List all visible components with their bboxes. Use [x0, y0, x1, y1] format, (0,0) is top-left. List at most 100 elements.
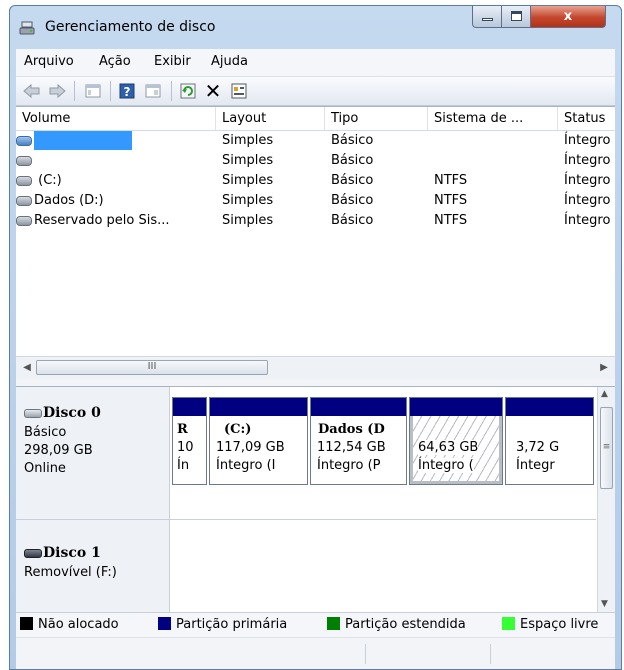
refresh-icon[interactable]	[178, 81, 198, 101]
disk-icon	[24, 408, 42, 418]
disk-1-name: Disco 1	[43, 545, 101, 561]
table-row[interactable]: (C:) Simples Básico NTFS Íntegro	[16, 171, 615, 191]
scroll-up-icon[interactable]: ▲	[601, 389, 608, 399]
maximize-button[interactable]	[501, 6, 531, 28]
disk-1-type: Removível (F:)	[24, 565, 117, 580]
status-cell: Íntegro	[564, 193, 611, 208]
toolbar-separator	[110, 81, 111, 101]
volume-name: (C:)	[38, 173, 62, 188]
partition-small[interactable]: 3,72 G Íntegr	[505, 397, 594, 485]
scroll-left-icon[interactable]: ◀	[16, 357, 38, 379]
column-header-status[interactable]: Status	[558, 107, 615, 130]
title-bar[interactable]: Gerenciamento de disco x	[10, 6, 621, 49]
back-arrow-icon[interactable]	[22, 81, 42, 101]
disk-1-title: Disco 1	[24, 545, 101, 561]
menu-exibir[interactable]: Exibir	[154, 54, 191, 69]
toolbar-separator	[74, 81, 75, 101]
column-header-volume[interactable]: Volume	[16, 107, 216, 130]
partition-size: 3,72 G	[516, 440, 560, 455]
partition-size: 64,63 GB	[418, 440, 479, 455]
volume-name: Reservado pelo Sis...	[34, 213, 170, 228]
partition-label: (C:)	[224, 422, 252, 437]
column-header-layout[interactable]: Layout	[216, 107, 325, 130]
help-icon[interactable]: ?	[117, 81, 137, 101]
tipo-cell: Básico	[331, 173, 374, 188]
partition-status: Íntegro (	[418, 458, 474, 473]
legend-label: Não alocado	[38, 617, 119, 632]
disk-0-title: Disco 0	[24, 405, 101, 421]
scroll-right-icon[interactable]: ▶	[593, 357, 615, 379]
menu-ajuda[interactable]: Ajuda	[211, 54, 248, 69]
disk-graphical-pane: Disco 0 Básico 298,09 GB Online R 10 Ín …	[16, 386, 615, 613]
volume-cell: (C:)	[16, 171, 216, 191]
fs-cell: NTFS	[434, 213, 468, 228]
partition-selected[interactable]: 64,63 GB Íntegro (	[409, 397, 503, 485]
disk-0-type: Básico	[24, 425, 67, 440]
console-tree-icon[interactable]	[83, 81, 103, 101]
tipo-cell: Básico	[331, 193, 374, 208]
minimize-button[interactable]	[472, 6, 502, 28]
legend-item: Não alocado	[20, 617, 119, 632]
close-icon: x	[563, 9, 573, 24]
disk-0-size: 298,09 GB	[24, 443, 93, 458]
menu-acao[interactable]: Ação	[99, 54, 131, 69]
table-row[interactable]: Dados (D:) Simples Básico NTFS Íntegro	[16, 191, 615, 211]
table-row[interactable]: Reservado pelo Sis... Simples Básico NTF…	[16, 211, 615, 231]
properties-icon[interactable]	[229, 81, 249, 101]
scroll-down-icon[interactable]: ▼	[601, 599, 608, 609]
menu-arquivo[interactable]: Arquivo	[24, 54, 74, 69]
partition-type-bar	[410, 398, 502, 416]
volume-cell: Dados (D:)	[16, 191, 216, 211]
legend-bar: Não alocado Partição primária Partição e…	[16, 612, 615, 638]
partition-size: 117,09 GB	[216, 440, 285, 455]
layout-cell: Simples	[222, 193, 274, 208]
maximize-icon	[511, 11, 522, 21]
status-cell: Íntegro	[564, 153, 611, 168]
volume-cell	[16, 131, 216, 151]
fs-cell: NTFS	[434, 173, 468, 188]
partition-type-bar	[173, 398, 206, 416]
show-pane-icon[interactable]	[143, 81, 163, 101]
status-bar	[16, 637, 615, 669]
volume-disk-icon	[16, 215, 32, 226]
partition-status: Íntegro (P	[317, 458, 381, 473]
vertical-scroll-thumb[interactable]: ≡	[600, 407, 613, 489]
fs-cell: NTFS	[434, 193, 468, 208]
legend-swatch	[20, 617, 33, 630]
table-row[interactable]: Simples Básico Íntegro	[16, 151, 615, 171]
partition-dados[interactable]: Dados (D 112,54 GB Íntegro (P	[310, 397, 407, 485]
partition-type-bar	[506, 398, 593, 416]
close-button[interactable]: x	[530, 6, 606, 28]
partition-status: Íntegr	[516, 458, 555, 473]
partition-label: Dados (D	[318, 422, 385, 437]
partition-c[interactable]: (C:) 117,09 GB Íntegro (I	[209, 397, 308, 485]
legend-item: Partição primária	[158, 617, 287, 632]
volume-list: Volume Layout Tipo Sistema de ... Status…	[16, 106, 615, 379]
volume-cell	[16, 151, 216, 171]
status-cell: Íntegro	[564, 133, 611, 148]
svg-text:?: ?	[124, 85, 131, 99]
partition-size: 10	[177, 440, 194, 455]
layout-cell: Simples	[222, 133, 274, 148]
volume-disk-icon	[16, 175, 32, 186]
disk-separator	[16, 519, 596, 520]
forward-arrow-icon[interactable]	[47, 81, 67, 101]
table-row[interactable]: Simples Básico Íntegro	[16, 131, 615, 151]
delete-icon[interactable]: ✕	[203, 81, 223, 101]
partition-reserved[interactable]: R 10 Ín	[172, 397, 207, 485]
partition-type-bar	[311, 398, 406, 416]
horizontal-scroll-thumb[interactable]: III	[36, 360, 268, 375]
vertical-scrollbar[interactable]: ▲ ≡ ▼	[597, 387, 615, 613]
horizontal-scrollbar[interactable]: ◀ III ▶	[16, 356, 615, 379]
main-window: Gerenciamento de disco x Arquivo Ação Ex…	[9, 5, 622, 670]
column-header-tipo[interactable]: Tipo	[325, 107, 428, 130]
legend-label: Espaço livre	[520, 617, 599, 632]
removable-disk-icon	[24, 548, 42, 558]
legend-label: Partição primária	[176, 617, 288, 632]
tipo-cell: Básico	[331, 213, 374, 228]
fs-cell	[428, 151, 558, 171]
selected-volume-name	[34, 131, 132, 150]
volume-list-header: Volume Layout Tipo Sistema de ... Status	[16, 107, 615, 131]
column-header-sistema[interactable]: Sistema de ...	[428, 107, 558, 130]
partition-type-bar	[210, 398, 307, 416]
